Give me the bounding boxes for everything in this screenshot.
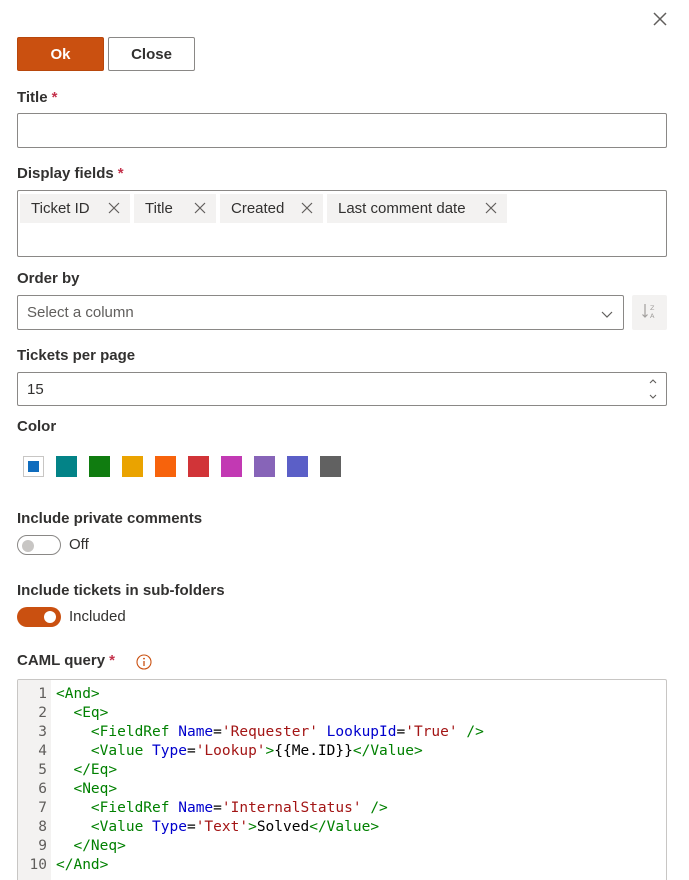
chevron-down-icon	[601, 307, 613, 319]
tag-last-comment-date: Last comment date	[327, 194, 507, 223]
private-comments-toggle[interactable]	[17, 535, 61, 555]
code-text: <Eq>	[73, 705, 109, 721]
svg-text:Z: Z	[650, 304, 655, 312]
private-comments-state: Off	[69, 536, 89, 553]
close-icon[interactable]	[108, 202, 120, 214]
selected-color-indicator	[28, 461, 39, 472]
line-number: 3	[38, 724, 47, 740]
display-fields-picker[interactable]: Ticket ID Title Created Last comment dat…	[17, 190, 667, 257]
color-swatch[interactable]	[56, 456, 77, 477]
code-text: </Eq>	[73, 762, 118, 778]
code-text: </And>	[56, 857, 109, 873]
code-text: </Neq>	[73, 838, 126, 854]
private-comments-label: Include private comments	[17, 510, 203, 527]
color-swatch[interactable]	[122, 456, 143, 477]
toggle-knob	[44, 611, 56, 623]
sort-direction-button[interactable]: Z A	[632, 295, 667, 330]
chevron-up-icon[interactable]	[648, 377, 658, 385]
line-number: 6	[38, 781, 47, 797]
order-by-placeholder: Select a column	[27, 304, 134, 321]
line-number: 8	[38, 819, 47, 835]
code-text: <Value Type='Text'>Solved</Value>	[90, 819, 380, 835]
code-text: <Value Type='Lookup'>{{Me.ID}}</Value>	[90, 743, 423, 759]
color-swatch[interactable]	[221, 456, 242, 477]
subfolders-label: Include tickets in sub-folders	[17, 582, 225, 599]
color-swatch[interactable]	[23, 456, 44, 477]
color-swatch[interactable]	[287, 456, 308, 477]
line-number: 2	[38, 705, 47, 721]
ok-button[interactable]: Ok	[17, 37, 104, 71]
color-swatch[interactable]	[254, 456, 275, 477]
tickets-per-page-label: Tickets per page	[17, 347, 136, 364]
display-fields-label: Display fields *	[17, 165, 124, 182]
tickets-per-page-input[interactable]: 15	[17, 372, 667, 406]
subfolders-toggle[interactable]	[17, 607, 61, 627]
color-swatch[interactable]	[320, 456, 341, 477]
tag-title: Title	[134, 194, 216, 223]
subfolders-state: Included	[69, 608, 126, 625]
color-swatch[interactable]	[188, 456, 209, 477]
order-by-label: Order by	[17, 270, 80, 287]
close-icon[interactable]	[650, 9, 670, 29]
tag-label: Last comment date	[338, 200, 466, 217]
line-number: 1	[38, 686, 47, 702]
line-number: 4	[38, 743, 47, 759]
color-label: Color	[17, 418, 57, 435]
line-number: 5	[38, 762, 47, 778]
close-icon[interactable]	[194, 202, 206, 214]
code-text: <FieldRef Name='InternalStatus' />	[90, 800, 388, 816]
title-label: Title *	[17, 89, 58, 106]
chevron-down-icon[interactable]	[648, 393, 658, 401]
order-by-dropdown[interactable]: Select a column	[17, 295, 624, 330]
tag-label: Title	[145, 200, 173, 217]
line-number: 9	[38, 838, 47, 854]
tag-created: Created	[220, 194, 323, 223]
close-button[interactable]: Close	[108, 37, 195, 71]
toggle-knob	[22, 540, 34, 552]
tag-ticket-id: Ticket ID	[20, 194, 130, 223]
code-text: <And>	[56, 686, 100, 702]
tag-label: Created	[231, 200, 285, 217]
code-text: <FieldRef Name='Requester' LookupId='Tru…	[90, 724, 484, 740]
tickets-per-page-value: 15	[27, 380, 44, 398]
close-icon[interactable]	[485, 202, 497, 214]
color-swatch[interactable]	[89, 456, 110, 477]
code-text: <Neq>	[73, 781, 118, 797]
color-swatch[interactable]	[155, 456, 176, 477]
svg-text:A: A	[650, 312, 655, 320]
line-number: 7	[38, 800, 47, 816]
close-icon[interactable]	[301, 202, 313, 214]
caml-query-editor[interactable]: 1 <And> 2 <Eq> 3 <FieldRef Name='Requester'…	[17, 679, 667, 880]
caml-query-label: CAML query *	[17, 652, 115, 669]
tag-label: Ticket ID	[31, 200, 90, 217]
sort-az-icon: Z A	[641, 302, 659, 323]
info-icon[interactable]	[136, 654, 152, 670]
title-input[interactable]	[17, 113, 667, 148]
line-number: 10	[29, 857, 47, 873]
